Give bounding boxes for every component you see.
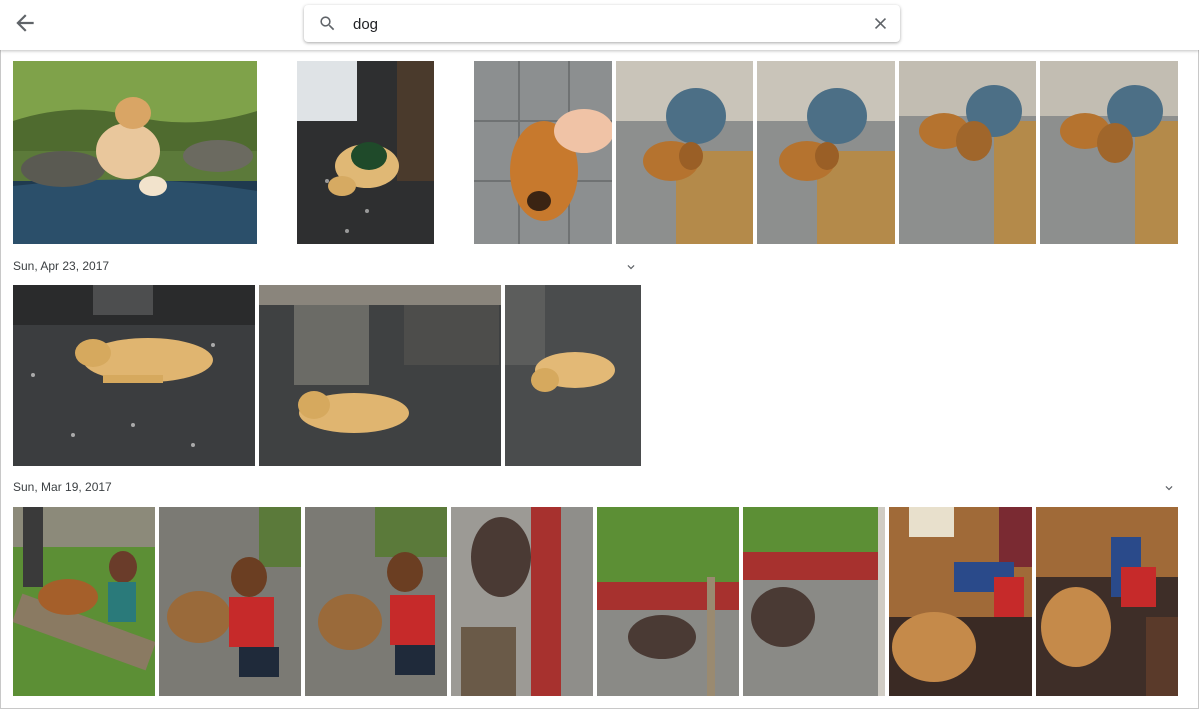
expand-section-button[interactable] [1162, 481, 1176, 495]
photo-thumbnail[interactable] [13, 285, 255, 466]
photo-thumbnail[interactable] [616, 61, 753, 244]
back-button[interactable] [12, 10, 38, 36]
search-icon [318, 14, 337, 33]
search-box [304, 5, 900, 42]
section-date-label: Sun, Apr 23, 2017 [13, 259, 110, 273]
section-date-label: Sun, Mar 19, 2017 [13, 480, 112, 494]
arrow-back-icon [16, 14, 34, 32]
photo-thumbnail[interactable] [305, 507, 447, 696]
photo-thumbnail[interactable] [505, 285, 641, 466]
photo-thumbnail[interactable] [899, 61, 1036, 244]
expand-section-button[interactable] [624, 260, 638, 274]
photo-thumbnail[interactable] [597, 507, 739, 696]
search-input[interactable] [351, 11, 835, 37]
close-icon [874, 17, 887, 30]
photo-thumbnail[interactable] [297, 61, 434, 244]
photo-thumbnail[interactable] [757, 61, 895, 244]
photo-thumbnail[interactable] [889, 507, 1032, 696]
chevron-down-icon [627, 265, 635, 270]
clear-search-button[interactable] [871, 14, 890, 33]
photo-thumbnail[interactable] [159, 507, 301, 696]
photo-thumbnail[interactable] [474, 61, 612, 244]
photo-thumbnail[interactable] [13, 507, 155, 696]
photo-thumbnail[interactable] [259, 285, 501, 466]
chevron-down-icon [1165, 486, 1173, 491]
photo-thumbnail[interactable] [13, 61, 257, 244]
photo-thumbnail[interactable] [1036, 507, 1178, 696]
top-app-bar [0, 0, 1199, 50]
photo-thumbnail[interactable] [743, 507, 885, 696]
photo-thumbnail[interactable] [451, 507, 593, 696]
photo-thumbnail[interactable] [1040, 61, 1178, 244]
